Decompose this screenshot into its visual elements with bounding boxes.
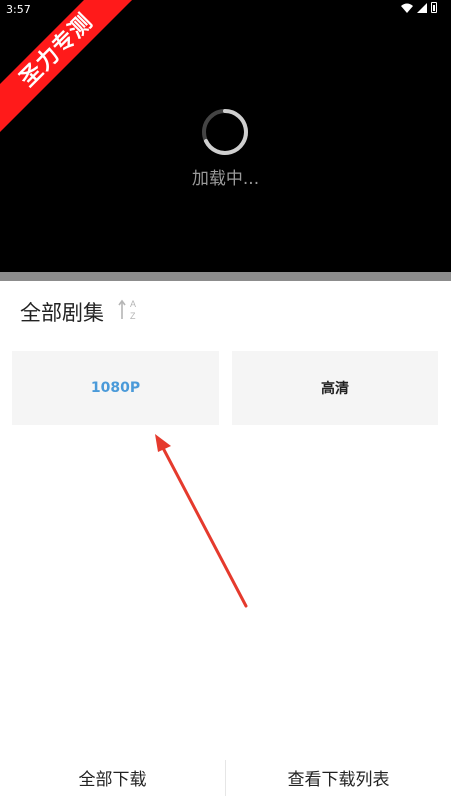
signal-icon [417, 2, 427, 13]
panel-title: 全部剧集 [20, 301, 104, 325]
quality-option-label: 高清 [321, 381, 349, 397]
bottom-bar: 全部下载 查看下载列表 [0, 752, 451, 802]
player-divider [0, 272, 451, 281]
loading-text: 加载中... [191, 169, 260, 189]
battery-icon [431, 2, 437, 13]
quality-option-label: 1080P [90, 380, 141, 396]
svg-text:A: A [130, 299, 136, 309]
sort-az-icon[interactable]: A Z [118, 297, 140, 323]
status-time: 3:57 [6, 3, 31, 16]
status-icons [401, 2, 437, 13]
video-player[interactable]: 3:57 圣力专测 加载中... [0, 0, 451, 272]
wifi-icon [401, 3, 413, 13]
download-all-button[interactable]: 全部下载 [0, 752, 225, 802]
quality-option-hd[interactable]: 高清 [232, 351, 438, 425]
quality-option-1080p[interactable]: 1080P [12, 351, 219, 425]
svg-text:Z: Z [130, 311, 136, 321]
view-download-list-button[interactable]: 查看下载列表 [226, 752, 451, 802]
watermark-ribbon: 圣力专测 [0, 0, 144, 138]
loading-spinner-icon [202, 109, 248, 155]
